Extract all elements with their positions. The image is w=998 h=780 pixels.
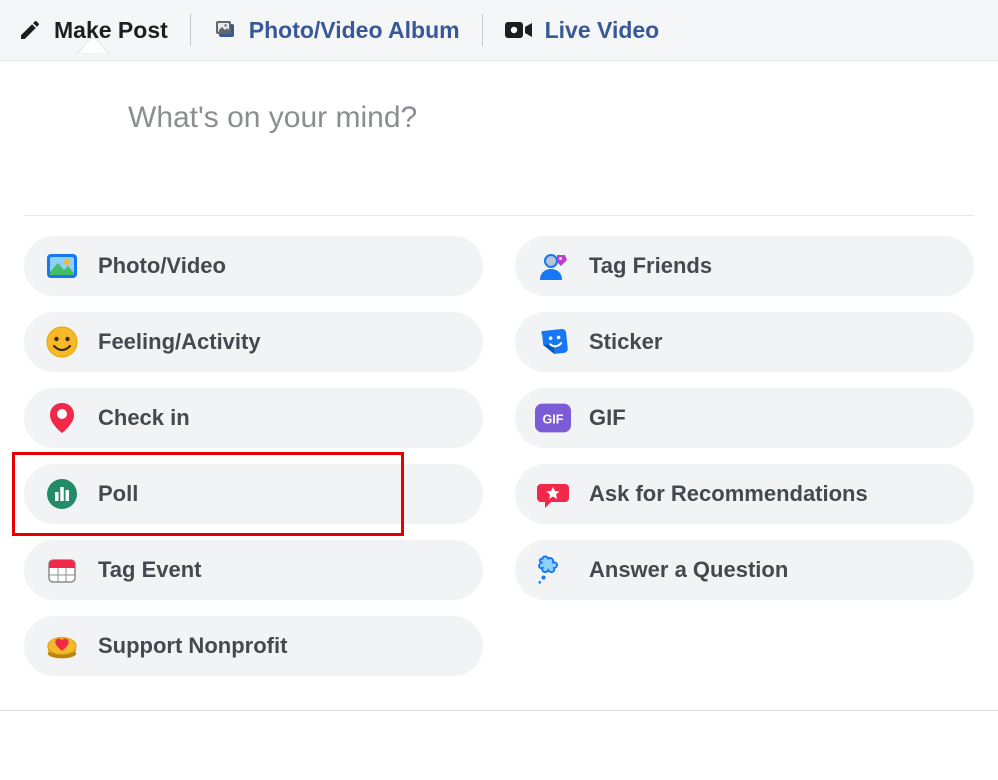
tab-make-post[interactable]: Make Post xyxy=(18,17,168,44)
option-photo-video[interactable]: Photo/Video xyxy=(24,236,483,296)
option-check-in-label: Check in xyxy=(98,405,190,431)
option-tag-event[interactable]: Tag Event xyxy=(24,540,483,600)
live-video-icon xyxy=(505,20,533,40)
pencil-icon xyxy=(18,18,42,42)
tab-photo-video-album[interactable]: Photo/Video Album xyxy=(213,17,460,44)
bottom-divider xyxy=(0,710,998,711)
option-feeling-activity-label: Feeling/Activity xyxy=(98,329,261,355)
option-poll-label: Poll xyxy=(98,481,138,507)
option-photo-video-label: Photo/Video xyxy=(98,253,226,279)
tab-live-video-label: Live Video xyxy=(545,17,660,44)
option-feeling-activity[interactable]: Feeling/Activity xyxy=(24,312,483,372)
svg-text:GIF: GIF xyxy=(543,412,564,426)
option-tag-friends[interactable]: Tag Friends xyxy=(515,236,974,296)
option-check-in[interactable]: Check in xyxy=(24,388,483,448)
poll-icon xyxy=(44,476,80,512)
photo-video-icon xyxy=(44,248,80,284)
option-answer-question-label: Answer a Question xyxy=(589,557,788,583)
option-recommendations[interactable]: Ask for Recommendations xyxy=(515,464,974,524)
composer-textarea[interactable]: What's on your mind? xyxy=(0,61,998,215)
gif-icon: GIF xyxy=(535,400,571,436)
checkin-pin-icon xyxy=(44,400,80,436)
option-gif[interactable]: GIF GIF xyxy=(515,388,974,448)
option-support-nonprofit[interactable]: Support Nonprofit xyxy=(24,616,483,676)
tag-event-icon xyxy=(44,552,80,588)
tab-divider xyxy=(190,14,191,46)
support-nonprofit-icon xyxy=(44,628,80,664)
tag-friends-icon xyxy=(535,248,571,284)
tab-live-video[interactable]: Live Video xyxy=(505,17,660,44)
option-gif-label: GIF xyxy=(589,405,626,431)
recommendations-icon xyxy=(535,476,571,512)
option-answer-question[interactable]: Answer a Question xyxy=(515,540,974,600)
sticker-icon xyxy=(535,324,571,360)
option-tag-friends-label: Tag Friends xyxy=(589,253,712,279)
feeling-icon xyxy=(44,324,80,360)
option-sticker[interactable]: Sticker xyxy=(515,312,974,372)
composer-placeholder: What's on your mind? xyxy=(128,101,417,134)
option-support-nonprofit-label: Support Nonprofit xyxy=(98,633,287,659)
composer-tab-bar: Make Post Photo/Video Album Live xyxy=(0,0,998,61)
option-poll[interactable]: Poll xyxy=(24,464,483,524)
divider xyxy=(24,215,974,216)
tab-make-post-label: Make Post xyxy=(54,17,168,44)
answer-question-icon xyxy=(535,552,571,588)
option-recommendations-label: Ask for Recommendations xyxy=(589,481,868,507)
tab-photo-video-album-label: Photo/Video Album xyxy=(249,17,460,44)
option-sticker-label: Sticker xyxy=(589,329,662,355)
tab-divider xyxy=(482,14,483,46)
active-tab-indicator xyxy=(75,38,111,59)
post-options-grid: Photo/Video Tag Friends Feeling/Activity xyxy=(0,236,998,706)
album-icon xyxy=(213,18,237,42)
option-tag-event-label: Tag Event xyxy=(98,557,202,583)
